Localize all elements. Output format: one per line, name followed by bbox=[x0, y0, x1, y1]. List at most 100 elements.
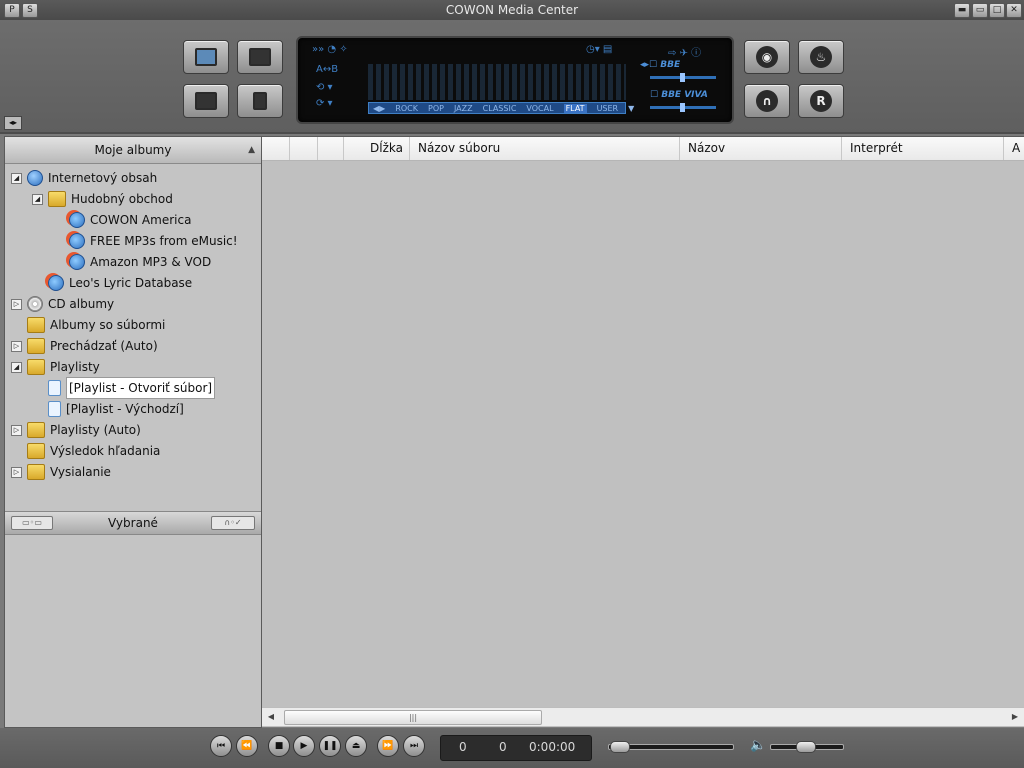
column-blank-1[interactable] bbox=[262, 137, 290, 160]
eq-arrow-icon[interactable]: ◀▶ bbox=[373, 104, 385, 113]
minimize-button[interactable]: ▬ bbox=[954, 3, 970, 18]
expand-toggle-icon[interactable]: ▷ bbox=[11, 298, 22, 310]
selected-options-button[interactable]: ∩◦✓ bbox=[211, 516, 255, 530]
play-icon: ▶ bbox=[300, 741, 308, 751]
tree-item[interactable]: ▷ CD albumy bbox=[11, 294, 114, 314]
left-panel: Moje albumy ▲ ◢ Internetový obsah ◢ Hudobný… bbox=[4, 136, 262, 728]
counter-b: 0 bbox=[499, 740, 507, 754]
folder-icon bbox=[27, 443, 45, 459]
rewind-button[interactable]: ⏪ bbox=[236, 735, 258, 757]
panel-toggle-button[interactable]: ◂▸ bbox=[4, 116, 22, 130]
expand-toggle-icon[interactable]: ◢ bbox=[11, 361, 22, 373]
tree-item[interactable]: [Playlist - Otvoriť súbor] bbox=[32, 377, 216, 399]
bbe-viva-toggle[interactable]: ☐ BBE VIVA bbox=[650, 90, 708, 100]
tree-item[interactable]: Albumy so súbormi bbox=[11, 315, 165, 335]
eq-dropdown-icon[interactable]: ▼ bbox=[628, 104, 634, 113]
next-track-button[interactable]: ⏭ bbox=[403, 735, 425, 757]
eq-preset-rock[interactable]: ROCK bbox=[395, 104, 418, 113]
tree-item[interactable]: FREE MP3s from eMusic! bbox=[53, 231, 238, 251]
bbe-viva-slider[interactable] bbox=[650, 103, 716, 112]
column-blank-3[interactable] bbox=[318, 137, 344, 160]
column-title[interactable]: Názov bbox=[680, 137, 842, 160]
volume-icon[interactable]: 🔈 bbox=[750, 738, 766, 753]
column-album[interactable]: A bbox=[1004, 137, 1024, 160]
loop-icon[interactable]: ⟳ ▾ bbox=[316, 98, 333, 109]
column-blank-2[interactable] bbox=[290, 137, 318, 160]
record-button[interactable]: R bbox=[798, 84, 844, 118]
horizontal-scrollbar[interactable]: ◀ ||| ▶ bbox=[262, 707, 1024, 726]
bbe-toggle[interactable]: ◂▸☐ BBE bbox=[640, 60, 680, 70]
prev-track-button[interactable]: ⏮ bbox=[210, 735, 232, 757]
tree-item[interactable]: Amazon MP3 & VOD bbox=[53, 252, 211, 272]
tree-item[interactable]: ▷ Prechádzať (Auto) bbox=[11, 336, 158, 356]
player-device-button[interactable] bbox=[237, 84, 283, 118]
shuffle-icon[interactable]: »» ◔ ✧ bbox=[312, 44, 348, 55]
pin-button[interactable]: P bbox=[4, 3, 20, 18]
burn-button[interactable]: ♨ bbox=[798, 40, 844, 74]
restore-button[interactable]: ▭ bbox=[972, 3, 988, 18]
radio-button[interactable]: ∩ bbox=[744, 84, 790, 118]
player-panel: »» ◔ ✧ A↔B ⟲ ▾ ⟳ ▾ ◷▾ ▤ ⇨ ✈ ⓘ ◀▶ ROCK PO… bbox=[0, 20, 1024, 134]
info-icon[interactable]: ⇨ ✈ ⓘ bbox=[668, 44, 701, 59]
expand-toggle-icon[interactable]: ◢ bbox=[11, 172, 22, 184]
playlist-icon bbox=[48, 380, 61, 396]
scroll-thumb[interactable]: ||| bbox=[284, 710, 542, 725]
tree-item[interactable]: Výsledok hľadania bbox=[11, 441, 160, 461]
web-link-icon bbox=[69, 233, 85, 249]
maximize-button[interactable]: □ bbox=[989, 3, 1005, 18]
play-button[interactable]: ▶ bbox=[293, 735, 315, 757]
sort-icon[interactable]: ▲ bbox=[248, 137, 255, 163]
expand-toggle-icon[interactable]: ◢ bbox=[32, 193, 43, 205]
skin-button[interactable]: S bbox=[22, 3, 38, 18]
slider-knob[interactable] bbox=[680, 103, 685, 112]
cd-rip-button[interactable]: ◉ bbox=[744, 40, 790, 74]
albums-header[interactable]: Moje albumy ▲ bbox=[5, 137, 261, 164]
tree-item-label: [Playlist - Otvoriť súbor] bbox=[66, 377, 216, 399]
close-button[interactable]: ✕ bbox=[1006, 3, 1022, 18]
scroll-left-icon[interactable]: ◀ bbox=[264, 710, 278, 724]
expand-toggle-icon[interactable]: ▷ bbox=[11, 466, 22, 478]
transport-bar: ⏮ ⏪ ■ ▶ ❚❚ ⏏ ⏩ ⏭ 0 0 0:00:00 🔈 bbox=[0, 728, 1024, 768]
stop-button[interactable]: ■ bbox=[268, 735, 290, 757]
eq-preset-bar: ◀▶ ROCK POP JAZZ CLASSIC VOCAL FLAT USER… bbox=[368, 102, 634, 114]
tree-item[interactable]: COWON America bbox=[53, 210, 191, 230]
skip-back-icon: ⏮ bbox=[216, 741, 226, 751]
volume-knob[interactable] bbox=[796, 741, 816, 753]
column-filename[interactable]: Názov súboru bbox=[410, 137, 680, 160]
tree-item-label: Playlisty bbox=[50, 360, 100, 374]
tree-item[interactable]: ◢ Internetový obsah bbox=[11, 168, 157, 188]
scroll-right-icon[interactable]: ▶ bbox=[1008, 710, 1022, 724]
open-button[interactable]: ⏏ bbox=[345, 735, 367, 757]
tree-item[interactable]: ◢ Playlisty bbox=[11, 357, 100, 377]
ab-repeat-button[interactable]: A↔B bbox=[316, 64, 338, 75]
tree-item[interactable]: Leo's Lyric Database bbox=[32, 273, 192, 293]
column-artist[interactable]: Interprét bbox=[842, 137, 1004, 160]
eq-preset-flat[interactable]: FLAT bbox=[563, 103, 587, 113]
seek-knob[interactable] bbox=[610, 741, 630, 753]
library-view-button[interactable] bbox=[183, 40, 229, 74]
column-length[interactable]: Dĺžka bbox=[344, 137, 410, 160]
eq-preset-jazz[interactable]: JAZZ bbox=[454, 104, 473, 113]
repeat-icon[interactable]: ⟲ ▾ bbox=[316, 82, 333, 93]
tree-item[interactable]: ◢ Hudobný obchod bbox=[32, 189, 173, 209]
eq-preset-pop[interactable]: POP bbox=[428, 104, 444, 113]
eq-preset-vocal[interactable]: VOCAL bbox=[526, 104, 553, 113]
expand-toggle-icon[interactable]: ▷ bbox=[11, 424, 22, 436]
view-toggle-button[interactable]: ▭◦▭ bbox=[11, 516, 53, 530]
fast-forward-button[interactable]: ⏩ bbox=[377, 735, 399, 757]
bbe-slider[interactable] bbox=[650, 73, 716, 82]
eq-preset-classic[interactable]: CLASSIC bbox=[483, 104, 517, 113]
slider-knob[interactable] bbox=[680, 73, 685, 82]
eq-preset-user[interactable]: USER bbox=[597, 104, 619, 113]
transfer-view-button[interactable] bbox=[183, 84, 229, 118]
timer-icon[interactable]: ◷▾ ▤ bbox=[586, 44, 612, 55]
expand-toggle-icon[interactable]: ▷ bbox=[11, 340, 22, 352]
track-list[interactable]: Dĺžka Názov súboru Názov Interprét A ◀ |… bbox=[262, 136, 1024, 727]
tree-item[interactable]: ▷ Vysialanie bbox=[11, 462, 111, 482]
pause-button[interactable]: ❚❚ bbox=[319, 735, 341, 757]
title-bar: COWON Media Center P S ▬ ▭ □ ✕ bbox=[0, 0, 1024, 20]
counter-time: 0:00:00 bbox=[529, 740, 576, 754]
tree-item[interactable]: ▷ Playlisty (Auto) bbox=[11, 420, 141, 440]
tree-item[interactable]: [Playlist - Východzí] bbox=[32, 399, 184, 419]
device-view-button[interactable] bbox=[237, 40, 283, 74]
